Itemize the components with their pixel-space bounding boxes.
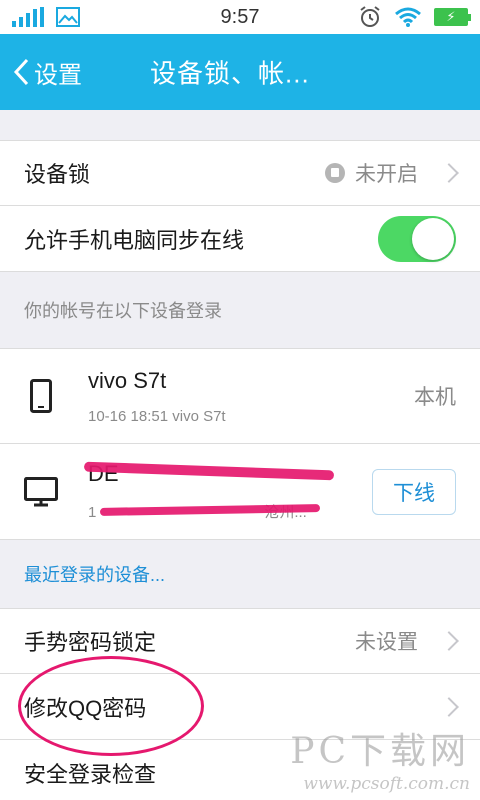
back-button[interactable]: 设置: [0, 34, 82, 110]
alarm-clock-icon: [360, 6, 380, 27]
device-login-detail: 10-16 18:51 vivo S7t: [88, 407, 226, 425]
nav-bar: 设置 设备锁、帐...: [0, 34, 480, 110]
device-lock-status: 未开启: [355, 163, 418, 186]
device-lock-label: 设备锁: [24, 162, 91, 187]
sync-online-toggle[interactable]: [378, 215, 456, 262]
charging-battery-icon: ⚡: [434, 8, 471, 26]
lock-icon: [325, 163, 345, 183]
monitor-icon: [24, 476, 58, 506]
device-name: vivo S7t: [88, 367, 167, 393]
chevron-right-icon: [439, 163, 459, 183]
signal-icon: [12, 7, 44, 27]
wifi-icon: [395, 7, 421, 27]
security-check-label: 安全登录检查: [24, 761, 157, 787]
device-item: DE 1沧州... 下线: [0, 444, 480, 540]
recent-devices-link[interactable]: 最近登录的设备...: [0, 540, 480, 608]
chevron-right-icon: [439, 631, 459, 651]
force-offline-button[interactable]: 下线: [372, 468, 456, 515]
device-lock-row[interactable]: 设备锁 未开启: [0, 140, 480, 206]
sync-online-label: 允许手机电脑同步在线: [24, 227, 245, 253]
status-bar: 9:57 ⚡: [0, 0, 480, 34]
image-icon: [56, 7, 80, 27]
sync-online-row: 允许手机电脑同步在线: [0, 206, 480, 272]
gesture-lock-label: 手势密码锁定: [24, 630, 157, 655]
current-device-badge: 本机: [414, 386, 456, 409]
chevron-left-icon: [13, 58, 29, 86]
back-label: 设置: [34, 61, 82, 89]
gesture-lock-status: 未设置: [355, 631, 418, 654]
annotation-ellipse: [18, 656, 204, 756]
device-item: vivo S7t 10-16 18:51 vivo S7t 本机: [0, 348, 480, 444]
chevron-right-icon: [439, 696, 459, 717]
phone-icon: [30, 379, 52, 413]
page-title: 设备锁、帐...: [150, 58, 310, 89]
devices-section-header: 你的帐号在以下设备登录: [24, 301, 222, 321]
